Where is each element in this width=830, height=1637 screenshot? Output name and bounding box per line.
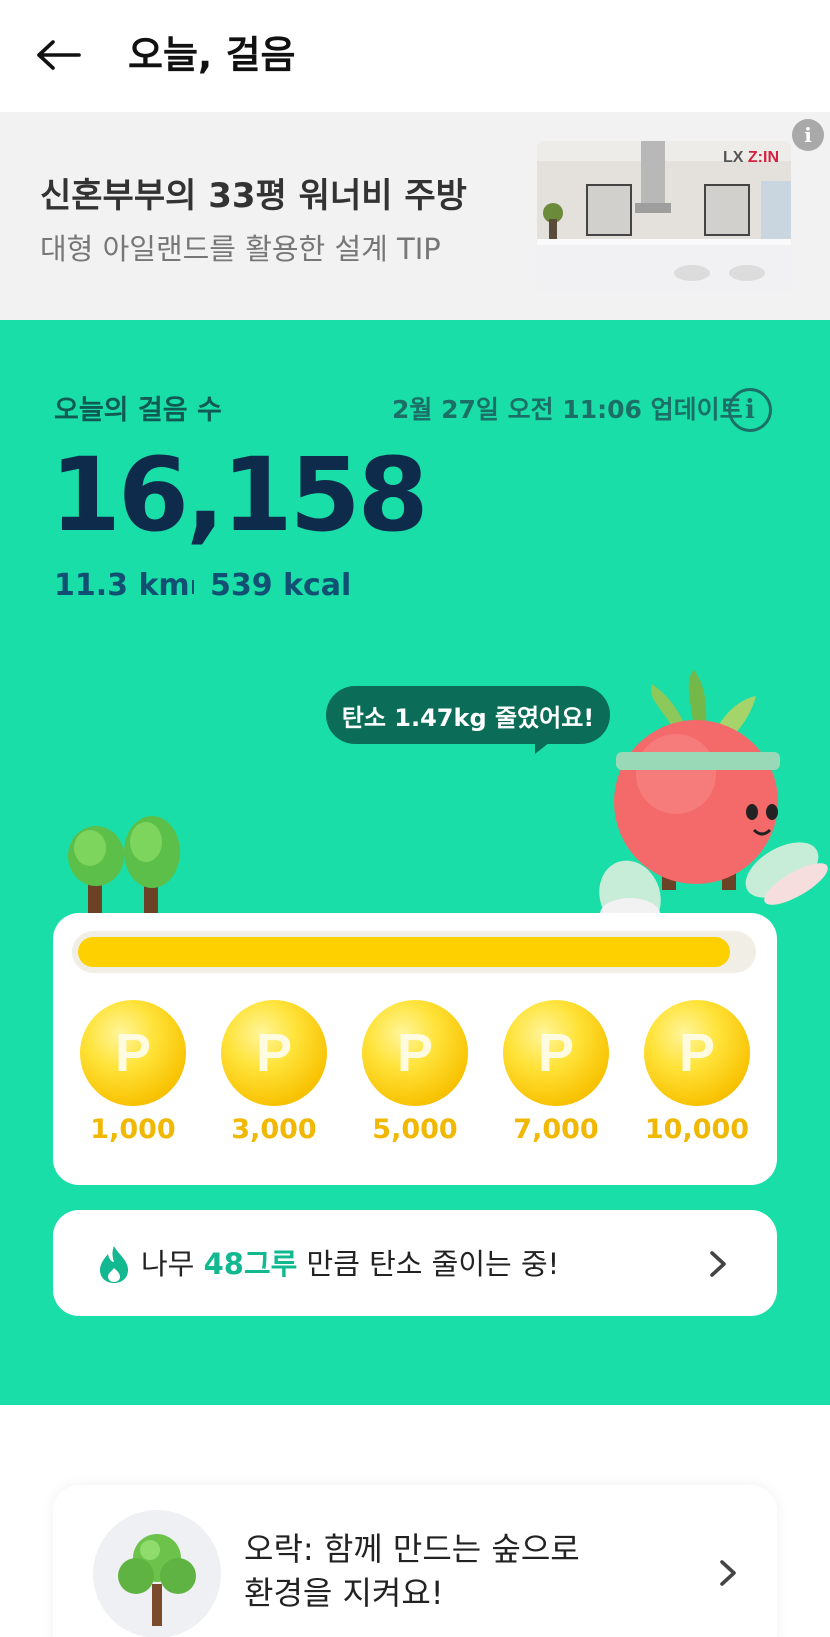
update-timestamp: 2월 27일 오전 11:06 업데이트 <box>392 395 743 424</box>
tree-icon <box>118 1534 196 1626</box>
point-coin-3000[interactable]: P <box>221 1000 327 1106</box>
milestone-label-5: 10,000 <box>644 1114 750 1145</box>
orak-card-text: 오락: 함께 만드는 숲으로 환경을 지켜요! <box>244 1527 664 1615</box>
page-title: 오늘, 걸음 <box>128 33 296 77</box>
orak-chevron-right-icon[interactable] <box>716 1556 740 1590</box>
back-arrow-icon <box>37 40 81 70</box>
steps-label: 오늘의 걸음 수 <box>54 395 222 426</box>
radish-character-illustration <box>599 670 828 932</box>
orak-card-line-1: 오락: 함께 만드는 숲으로 <box>244 1530 580 1568</box>
orak-card-line-2: 환경을 지켜요! <box>244 1574 444 1612</box>
flame-icon <box>100 1246 128 1283</box>
ad-brand-logo: LX Z:IN <box>723 149 779 166</box>
carbon-speech-bubble: 탄소 1.47kg 줄였어요! <box>326 686 610 744</box>
step-count: 16,158 <box>50 436 429 555</box>
tree-impact-text: 나무 48그루 만큼 탄소 줄이는 중! <box>141 1244 559 1284</box>
trees-illustration <box>68 816 180 914</box>
milestone-label-3: 5,000 <box>372 1114 458 1145</box>
ad-kitchen-image[interactable]: LX Z:IN <box>537 141 791 291</box>
milestone-label-4: 7,000 <box>513 1114 599 1145</box>
speech-bubble-tail <box>535 738 555 754</box>
back-button[interactable] <box>34 30 84 80</box>
calories-value: 539 kcal <box>210 568 352 603</box>
tree-text-suffix: 만큼 탄소 줄이는 중! <box>297 1247 560 1281</box>
ad-subtitle[interactable]: 대형 아일랜드를 활용한 설계 TIP <box>40 226 441 268</box>
stat-divider <box>192 580 194 594</box>
point-coin-10000[interactable]: P <box>644 1000 750 1106</box>
ad-title[interactable]: 신혼부부의 33평 워너비 주방 <box>40 168 467 217</box>
app-header: 오늘, 걸음 <box>0 0 830 112</box>
tree-text-prefix: 나무 <box>141 1247 204 1281</box>
milestone-label-2: 3,000 <box>231 1114 317 1145</box>
steps-info-icon[interactable]: i <box>728 388 772 432</box>
tree-count: 48그루 <box>203 1247 298 1281</box>
progress-fill <box>78 937 730 967</box>
point-coin-1000[interactable]: P <box>80 1000 186 1106</box>
distance-value: 11.3 km <box>54 568 190 603</box>
point-coin-7000[interactable]: P <box>503 1000 609 1106</box>
point-coin-5000[interactable]: P <box>362 1000 468 1106</box>
ad-info-icon[interactable]: i <box>792 119 824 151</box>
chevron-right-icon[interactable] <box>706 1247 730 1281</box>
milestone-label-1: 1,000 <box>90 1114 176 1145</box>
